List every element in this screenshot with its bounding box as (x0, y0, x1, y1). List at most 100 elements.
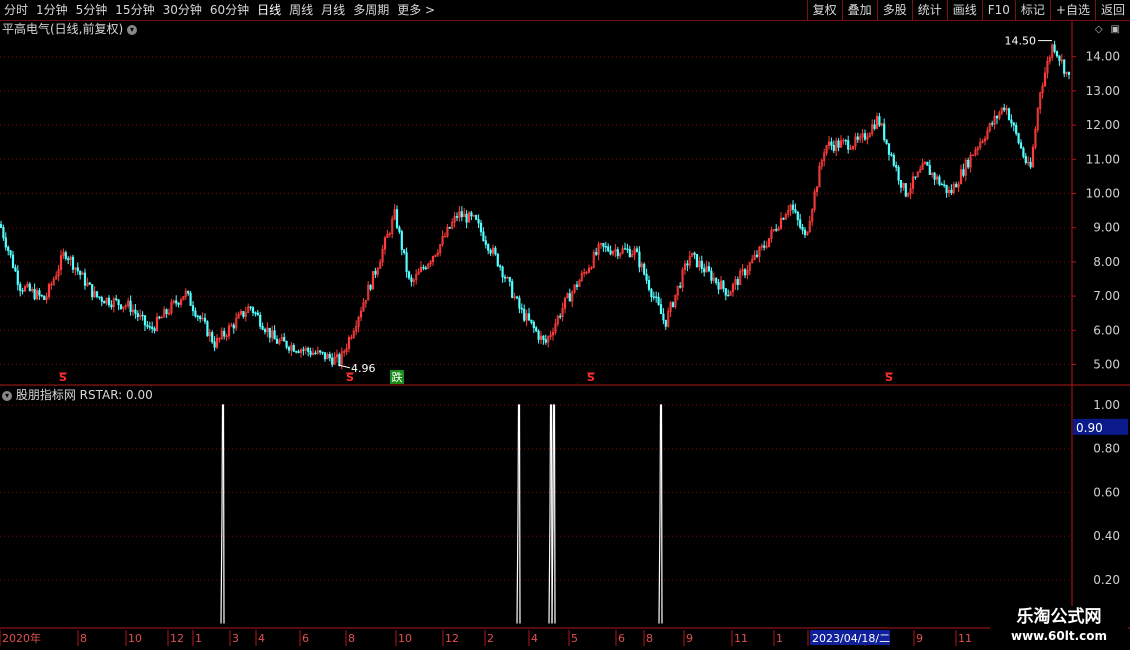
tab-multi-period[interactable]: 多周期 (349, 0, 393, 20)
candle-body (374, 271, 377, 275)
candle-body (357, 316, 360, 327)
tab-1min[interactable]: 1分钟 (32, 0, 72, 20)
candle-body (1034, 129, 1037, 148)
f10-button[interactable]: F10 (981, 0, 1015, 20)
candle-body (107, 297, 111, 306)
chevron-down-icon[interactable]: ▾ (127, 24, 138, 35)
candle-body (1024, 156, 1027, 164)
candle-body (595, 252, 598, 255)
candle-body (153, 328, 156, 332)
candle-body (671, 302, 675, 308)
tab-weekly[interactable]: 周线 (285, 0, 317, 20)
candle-body (86, 282, 89, 286)
restore-rights-button[interactable]: 复权 (806, 0, 842, 20)
candle-body (1036, 108, 1039, 130)
candle-body (539, 335, 543, 340)
candle-body (880, 123, 883, 126)
tab-daily[interactable]: 日线 (253, 0, 285, 20)
candle-body (892, 155, 895, 166)
candle-body (847, 140, 850, 150)
candle-body (115, 298, 118, 301)
candle-body (494, 247, 497, 255)
diamond-icon[interactable]: ◇ (1095, 24, 1103, 35)
candle-body (957, 183, 960, 188)
brand-url: www.60lt.com (1010, 629, 1108, 643)
candle-body (971, 154, 975, 156)
candle-body (295, 351, 298, 353)
tab-monthly[interactable]: 月线 (317, 0, 349, 20)
mark-button[interactable]: 标记 (1014, 0, 1050, 20)
candle-body (643, 263, 646, 275)
candle-body (799, 219, 802, 228)
back-button[interactable]: 返回 (1094, 0, 1130, 20)
candle-body (626, 248, 629, 251)
candle-body (753, 254, 756, 260)
candle-body (103, 301, 106, 304)
rstar-spike (551, 404, 556, 624)
time-axis-label: 12 (445, 632, 459, 645)
multi-stock-button[interactable]: 多股 (876, 0, 912, 20)
signal-marker: S (346, 371, 354, 384)
candle-body (491, 247, 495, 254)
candle-body (436, 252, 439, 256)
candle-body (143, 315, 147, 326)
tab-15min[interactable]: 15分钟 (111, 0, 158, 20)
candle-body (499, 265, 502, 268)
candle-body (311, 352, 315, 356)
candle-body (309, 351, 312, 356)
candle-body (993, 115, 996, 125)
candle-body (628, 249, 631, 258)
candle-body (254, 312, 257, 314)
candle-body (259, 314, 262, 327)
candle-body (69, 256, 72, 261)
candle-body (556, 315, 559, 325)
rstar-spike (516, 404, 521, 624)
candle-body (38, 290, 41, 296)
candle-body (844, 139, 847, 142)
candle-body (11, 254, 15, 268)
candle-body (206, 321, 209, 337)
candle-body (91, 284, 94, 298)
candle-body (155, 316, 159, 332)
candle-body (998, 112, 1001, 119)
candle-body (352, 331, 355, 338)
candle-body (71, 256, 75, 270)
candle-body (635, 248, 639, 253)
candle-body (652, 296, 655, 298)
candle-body (597, 244, 600, 255)
candle-body (827, 141, 831, 146)
candle-body (1003, 107, 1006, 111)
candle-body (422, 267, 425, 269)
candle-body (275, 338, 279, 344)
candle-body (273, 330, 276, 340)
chart-area[interactable]: 14.504.96S S S S跌 14.0013.0012.0011.0010.00… (0, 0, 1130, 650)
candle-body (988, 123, 991, 131)
candle-body (959, 169, 963, 185)
candle-body (359, 310, 363, 318)
candle-body (1031, 146, 1035, 168)
candle-body (194, 310, 197, 317)
statistics-button[interactable]: 统计 (911, 0, 947, 20)
candle-body (4, 237, 7, 248)
candle-body (691, 252, 694, 257)
tab-30min[interactable]: 30分钟 (159, 0, 206, 20)
candle-body (813, 191, 816, 210)
add-watchlist-button[interactable]: +自选 (1049, 0, 1095, 20)
overlay-button[interactable]: 叠加 (841, 0, 877, 20)
candle-body (0, 223, 3, 228)
tab-60min[interactable]: 60分钟 (206, 0, 253, 20)
tab-intraday[interactable]: 分时 (0, 0, 32, 20)
candle-body (875, 116, 879, 129)
tab-more[interactable]: 更多 > (393, 0, 439, 20)
stock-title: 平高电气(日线,前复权) (2, 22, 124, 36)
square-icon[interactable]: ▣ (1111, 24, 1120, 35)
tab-5min[interactable]: 5分钟 (72, 0, 112, 20)
candle-body (59, 255, 63, 271)
chevron-down-icon[interactable]: ▾ (2, 390, 12, 401)
rstar-spike (220, 404, 225, 624)
candle-body (525, 313, 528, 321)
candle-body (592, 252, 595, 268)
candle-body (489, 249, 492, 254)
candle-body (871, 124, 874, 135)
draw-line-button[interactable]: 画线 (946, 0, 982, 20)
